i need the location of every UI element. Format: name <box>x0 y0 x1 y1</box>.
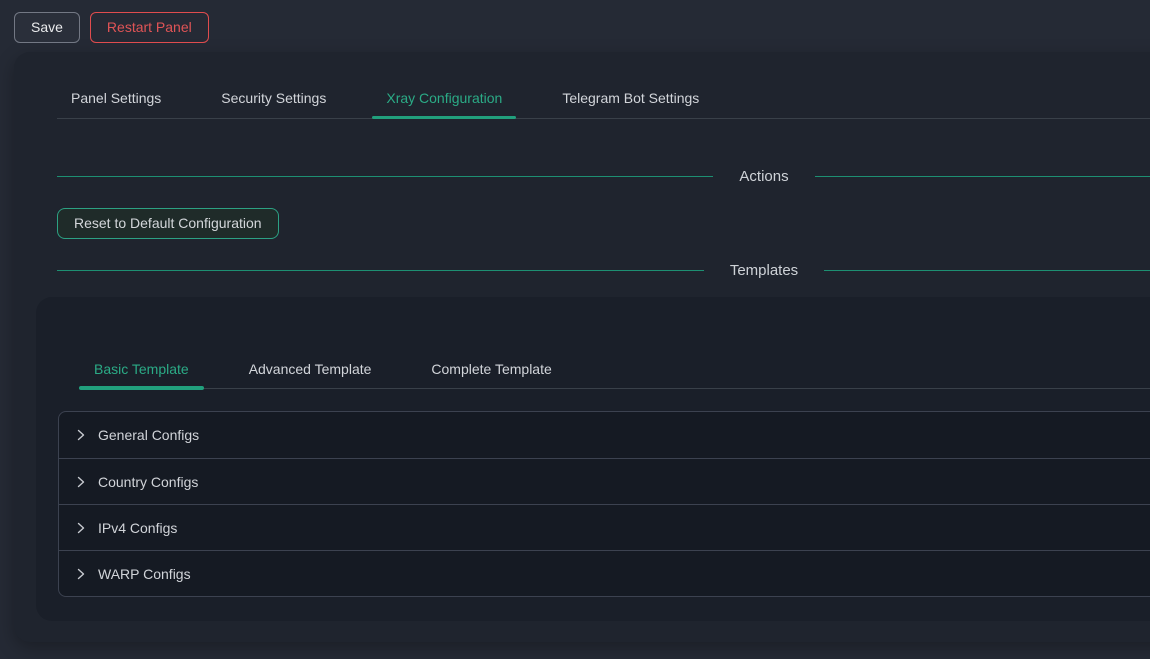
restart-panel-button[interactable]: Restart Panel <box>90 12 209 43</box>
divider-line <box>824 270 1150 271</box>
chevron-right-icon <box>75 476 87 488</box>
config-groups-collapse: General Configs Country Configs IPv4 Con… <box>58 411 1150 597</box>
settings-card: Panel Settings Security Settings Xray Co… <box>14 52 1150 642</box>
collapse-header-general-configs[interactable]: General Configs <box>59 412 1150 458</box>
collapse-header-country-configs[interactable]: Country Configs <box>59 458 1150 504</box>
chevron-right-icon <box>75 522 87 534</box>
template-tab-bar: Basic Template Advanced Template Complet… <box>79 297 1150 389</box>
divider-line <box>57 270 704 271</box>
templates-divider: Templates <box>57 259 1150 281</box>
tab-basic-template[interactable]: Basic Template <box>79 361 204 388</box>
collapse-label: General Configs <box>98 427 199 443</box>
actions-divider: Actions <box>57 165 1150 187</box>
collapse-label: IPv4 Configs <box>98 520 177 536</box>
save-button[interactable]: Save <box>14 12 80 43</box>
tab-xray-configuration[interactable]: Xray Configuration <box>372 90 516 118</box>
collapse-label: Country Configs <box>98 474 198 490</box>
chevron-right-icon <box>75 568 87 580</box>
tab-telegram-bot-settings[interactable]: Telegram Bot Settings <box>548 90 713 118</box>
divider-line <box>57 176 713 177</box>
divider-line <box>815 176 1150 177</box>
actions-section: Reset to Default Configuration <box>57 208 1150 239</box>
collapse-label: WARP Configs <box>98 566 191 582</box>
templates-divider-title: Templates <box>704 262 824 279</box>
tab-security-settings[interactable]: Security Settings <box>207 90 340 118</box>
tab-panel-settings[interactable]: Panel Settings <box>57 90 175 118</box>
top-action-bar: Save Restart Panel <box>14 12 209 43</box>
collapse-header-ipv4-configs[interactable]: IPv4 Configs <box>59 504 1150 550</box>
collapse-header-warp-configs[interactable]: WARP Configs <box>59 550 1150 596</box>
settings-tab-bar: Panel Settings Security Settings Xray Co… <box>57 52 1150 119</box>
templates-card: Basic Template Advanced Template Complet… <box>36 297 1150 621</box>
reset-default-config-button[interactable]: Reset to Default Configuration <box>57 208 279 239</box>
tab-complete-template[interactable]: Complete Template <box>416 361 566 388</box>
actions-divider-title: Actions <box>713 168 814 185</box>
chevron-right-icon <box>75 429 87 441</box>
tab-advanced-template[interactable]: Advanced Template <box>234 361 387 388</box>
